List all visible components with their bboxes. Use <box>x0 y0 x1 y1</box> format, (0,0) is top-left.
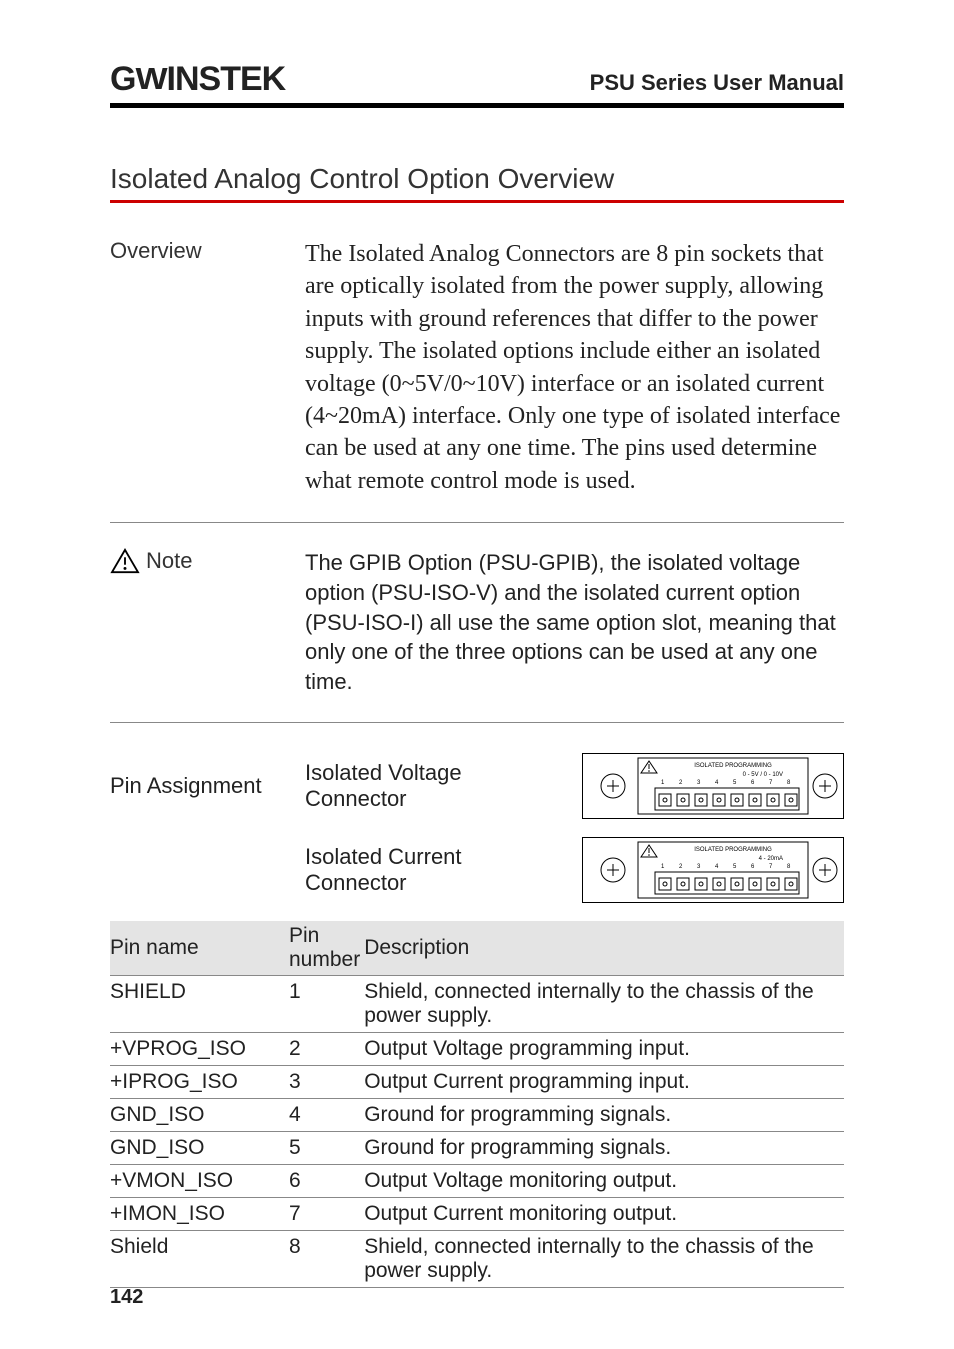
document-title: PSU Series User Manual <box>590 70 844 96</box>
table-row: GND_ISO4Ground for programming signals. <box>110 1098 844 1131</box>
cell-pin-desc: Output Voltage monitoring output. <box>364 1164 844 1197</box>
cell-pin-desc: Ground for programming signals. <box>364 1098 844 1131</box>
header-pin-number: Pin number <box>289 921 364 976</box>
table-row: +VMON_ISO6Output Voltage monitoring outp… <box>110 1164 844 1197</box>
cell-pin-name: +IPROG_ISO <box>110 1065 289 1098</box>
cell-pin-name: SHIELD <box>110 975 289 1032</box>
pin-table: Pin name Pin number Description SHIELD1S… <box>110 921 844 1288</box>
current-conn-sub: 4 - 20mA <box>759 856 783 862</box>
cell-pin-name: Shield <box>110 1230 289 1287</box>
cell-pin-num: 8 <box>289 1230 364 1287</box>
cell-pin-name: +VMON_ISO <box>110 1164 289 1197</box>
cell-pin-desc: Output Current monitoring output. <box>364 1197 844 1230</box>
separator <box>110 522 844 523</box>
cell-pin-name: +VPROG_ISO <box>110 1032 289 1065</box>
table-row: GND_ISO5Ground for programming signals. <box>110 1131 844 1164</box>
overview-label: Overview <box>110 238 305 264</box>
cell-pin-desc: Shield, connected internally to the chas… <box>364 975 844 1032</box>
cell-pin-name: +IMON_ISO <box>110 1197 289 1230</box>
overview-text: The Isolated Analog Connectors are 8 pin… <box>305 238 844 497</box>
header-pin-name: Pin name <box>110 921 289 976</box>
note-label-text: Note <box>146 548 192 574</box>
voltage-conn-sub: 0 - 5V / 0 - 10V <box>743 772 783 778</box>
note-block: Note The GPIB Option (PSU-GPIB), the iso… <box>110 548 844 696</box>
cell-pin-num: 2 <box>289 1032 364 1065</box>
page-header: GWINSTEK PSU Series User Manual <box>110 60 844 108</box>
overview-block: Overview The Isolated Analog Connectors … <box>110 238 844 497</box>
pin-assignment-label: Pin Assignment <box>110 773 305 799</box>
cell-pin-num: 3 <box>289 1065 364 1098</box>
table-row: +VPROG_ISO2Output Voltage programming in… <box>110 1032 844 1065</box>
current-connector-diagram: ISOLATED PROGRAMMING 4 - 20mA 1234 5678 <box>582 837 844 903</box>
table-header-row: Pin name Pin number Description <box>110 921 844 976</box>
brand-logo: GWINSTEK <box>110 60 285 99</box>
voltage-conn-title: ISOLATED PROGRAMMING <box>694 763 772 769</box>
cell-pin-name: GND_ISO <box>110 1131 289 1164</box>
table-row: +IPROG_ISO3Output Current programming in… <box>110 1065 844 1098</box>
table-row: SHIELD1Shield, connected internally to t… <box>110 975 844 1032</box>
current-conn-title: ISOLATED PROGRAMMING <box>694 847 772 853</box>
cell-pin-num: 1 <box>289 975 364 1032</box>
pin-assignment-block: Pin Assignment Isolated Voltage Connecto… <box>110 753 844 903</box>
cell-pin-name: GND_ISO <box>110 1098 289 1131</box>
header-description: Description <box>364 921 844 976</box>
page-number: 142 <box>110 1286 143 1309</box>
section-title: Isolated Analog Control Option Overview <box>110 163 844 203</box>
cell-pin-num: 5 <box>289 1131 364 1164</box>
voltage-connector-diagram: ISOLATED PROGRAMMING 0 - 5V / 0 - 10V 12… <box>582 753 844 819</box>
separator <box>110 722 844 723</box>
warning-icon <box>110 548 140 574</box>
table-row: +IMON_ISO7Output Current monitoring outp… <box>110 1197 844 1230</box>
table-row: Shield8Shield, connected internally to t… <box>110 1230 844 1287</box>
cell-pin-num: 4 <box>289 1098 364 1131</box>
note-text: The GPIB Option (PSU-GPIB), the isolated… <box>305 548 844 696</box>
cell-pin-num: 6 <box>289 1164 364 1197</box>
voltage-connector-label: Isolated Voltage Connector <box>305 760 565 812</box>
cell-pin-desc: Output Current programming input. <box>364 1065 844 1098</box>
cell-pin-desc: Ground for programming signals. <box>364 1131 844 1164</box>
note-label: Note <box>110 548 305 574</box>
current-connector-label: Isolated Current Connector <box>305 844 565 896</box>
cell-pin-desc: Output Voltage programming input. <box>364 1032 844 1065</box>
cell-pin-num: 7 <box>289 1197 364 1230</box>
cell-pin-desc: Shield, connected internally to the chas… <box>364 1230 844 1287</box>
